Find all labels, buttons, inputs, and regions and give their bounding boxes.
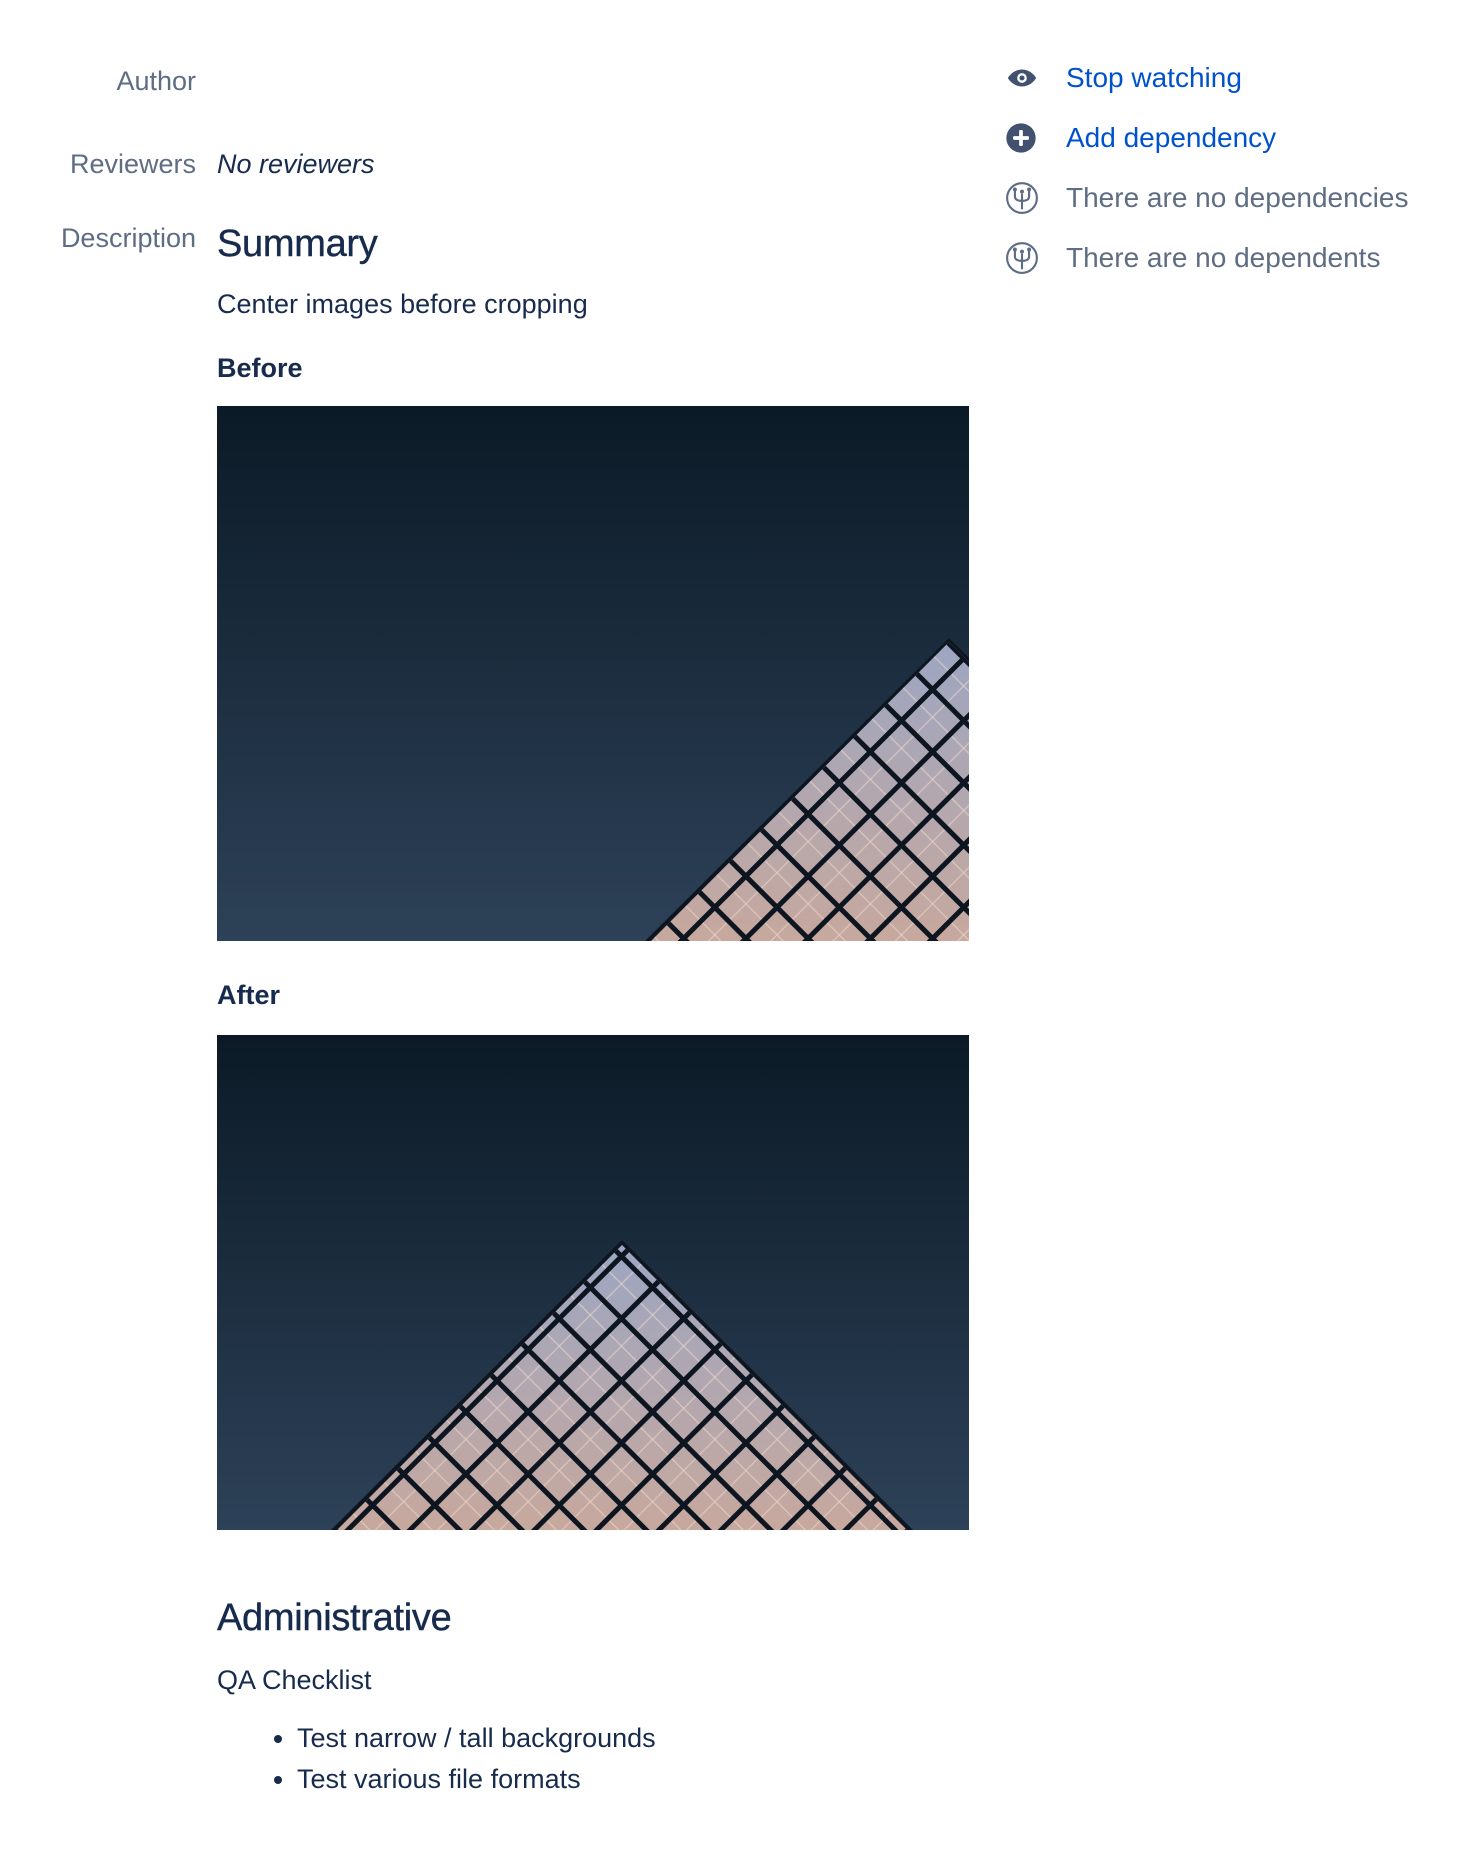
no-dependencies-text: There are no dependencies: [1066, 182, 1409, 213]
after-image: [217, 1035, 969, 1530]
reviewers-value: No reviewers: [217, 149, 375, 179]
before-label: Before: [217, 353, 303, 383]
list-item: Test narrow / tall backgrounds: [297, 1718, 977, 1759]
description-label: Description: [60, 223, 196, 253]
before-image: [217, 406, 969, 941]
qa-checklist-label: QA Checklist: [217, 1665, 372, 1695]
stop-watching-link[interactable]: Stop watching: [1066, 62, 1242, 94]
summary-heading: Summary: [217, 223, 378, 265]
add-dependency-row[interactable]: Add dependency: [1005, 108, 1408, 168]
eye-icon: [1005, 57, 1047, 99]
no-dependents-row: There are no dependents: [1005, 228, 1408, 288]
no-dependents-text: There are no dependents: [1066, 242, 1381, 273]
add-dependency-link[interactable]: Add dependency: [1066, 122, 1276, 154]
list-item: Test various file formats: [297, 1759, 977, 1800]
author-label: Author: [116, 66, 196, 96]
dependency-icon: [1005, 237, 1047, 279]
summary-text: Center images before cropping: [217, 289, 588, 319]
issue-sidebar: Stop watching Add dependency There are n…: [1005, 48, 1408, 288]
reviewers-label: Reviewers: [69, 149, 196, 179]
administrative-heading: Administrative: [217, 1597, 452, 1639]
qa-checklist: Test narrow / tall backgrounds Test vari…: [217, 1718, 977, 1800]
description-body: Summary Center images before cropping Be…: [217, 218, 977, 1800]
no-dependencies-row: There are no dependencies: [1005, 168, 1408, 228]
add-circle-icon: [1005, 117, 1047, 159]
dependency-icon: [1005, 177, 1047, 219]
stop-watching-row[interactable]: Stop watching: [1005, 48, 1408, 108]
after-label: After: [217, 980, 281, 1010]
